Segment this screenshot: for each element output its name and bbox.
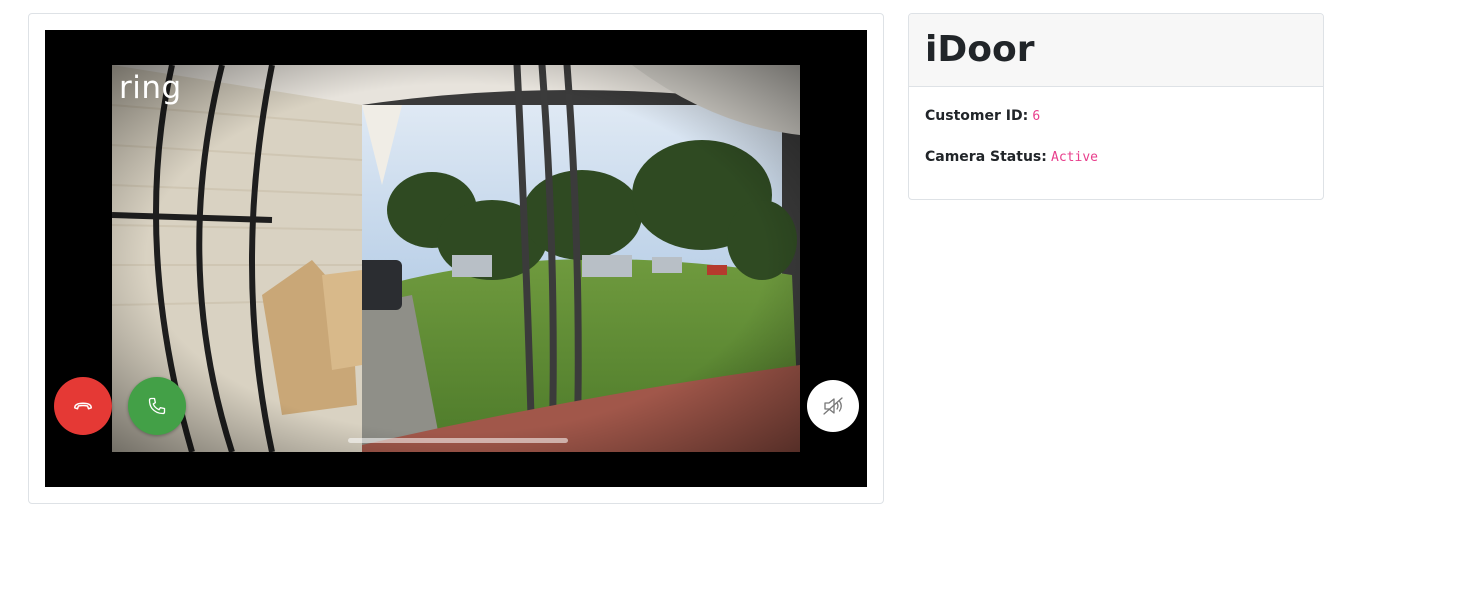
customer-id-row: Customer ID: 6	[925, 107, 1307, 126]
customer-id-value: 6	[1032, 109, 1041, 124]
mute-audio-button[interactable]	[807, 380, 859, 432]
info-card-header: iDoor	[909, 14, 1323, 87]
video-card: ring	[28, 13, 884, 504]
camera-status-label: Camera Status:	[925, 149, 1047, 165]
decline-call-button[interactable]	[54, 377, 112, 435]
info-card-body: Customer ID: 6 Camera Status: Active	[909, 87, 1323, 199]
device-info-card: iDoor Customer ID: 6 Camera Status: Acti…	[908, 13, 1324, 200]
video-progress-bar[interactable]	[348, 438, 568, 443]
phone-hangup-icon	[74, 402, 92, 410]
ring-logo: ring	[119, 70, 182, 106]
camera-status-value: Active	[1051, 150, 1098, 165]
camera-status-row: Camera Status: Active	[925, 148, 1307, 167]
page-title: iDoor	[925, 29, 1035, 70]
doorbell-camera-feed	[112, 65, 800, 452]
phone-icon	[148, 397, 166, 415]
speaker-muted-icon	[823, 397, 843, 415]
doorbell-video-frame[interactable]: ring	[45, 30, 867, 487]
customer-id-label: Customer ID:	[925, 108, 1029, 124]
answer-call-button[interactable]	[128, 377, 186, 435]
